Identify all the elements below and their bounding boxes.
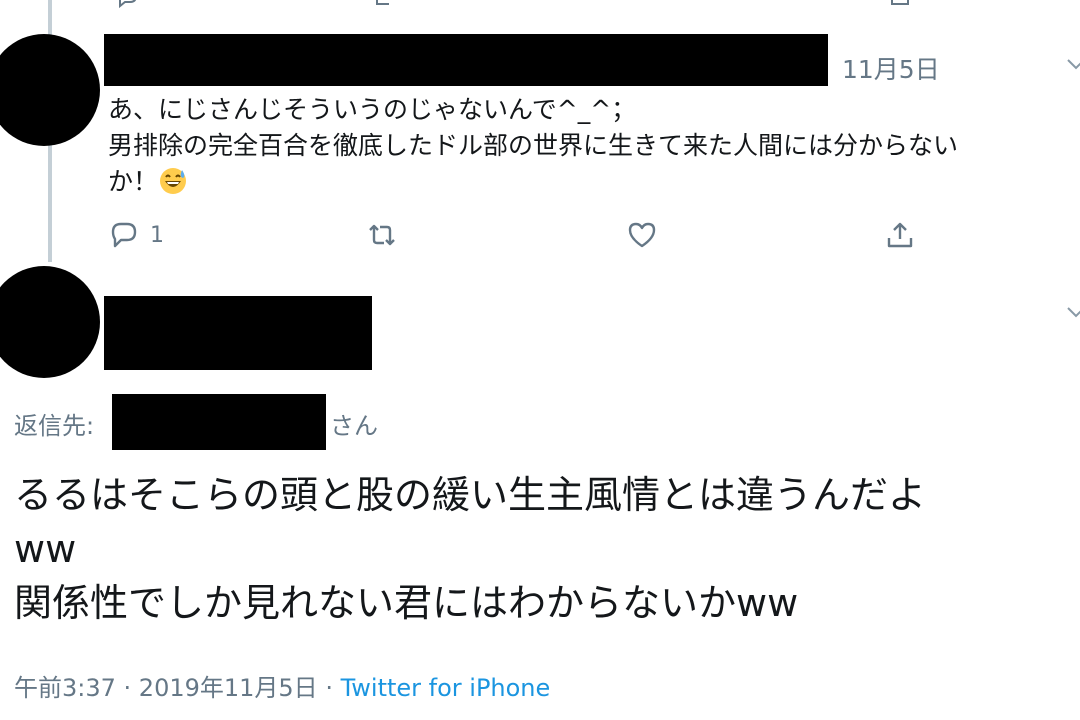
tweet-time[interactable]: 午前3:37 bbox=[14, 674, 116, 702]
tweet-text-line: ww bbox=[14, 527, 77, 571]
avatar[interactable] bbox=[0, 34, 100, 146]
previous-tweet-actions bbox=[108, 0, 928, 10]
tweet-actions: 1 bbox=[108, 218, 928, 252]
tweet-full-date[interactable]: 2019年11月5日 bbox=[139, 674, 318, 702]
chevron-down-icon[interactable] bbox=[1064, 300, 1080, 324]
like-icon[interactable] bbox=[632, 0, 656, 10]
tweet-text-line: か！ bbox=[108, 167, 159, 196]
reply-icon[interactable] bbox=[116, 0, 140, 10]
share-icon[interactable] bbox=[888, 0, 912, 10]
reply-to-suffix: さん bbox=[330, 412, 378, 440]
retweet-icon bbox=[369, 224, 395, 246]
meta-separator: · bbox=[115, 674, 139, 702]
tweet-date[interactable]: 11月5日 bbox=[842, 50, 940, 86]
tweet-source-link[interactable]: Twitter for iPhone bbox=[341, 674, 551, 702]
focused-tweet-text: るるはそこらの頭と股の緩い生主風情とは違うんだよ ww 関係性でしか見れない君に… bbox=[14, 468, 1074, 630]
tweet-metadata: 午前3:37 · 2019年11月5日 · Twitter for iPhone bbox=[14, 668, 550, 703]
retweet-icon[interactable] bbox=[372, 0, 396, 10]
like-button[interactable] bbox=[626, 218, 658, 252]
reply-to-label: 返信先: bbox=[14, 412, 95, 440]
share-icon bbox=[887, 222, 913, 248]
heart-icon bbox=[628, 222, 656, 248]
tweet-thread-view: 11月5日 あ、にじさんじそういうのじゃないんで^_^； 男排除の完全百合を徹底… bbox=[0, 0, 1080, 720]
reply-count: 1 bbox=[150, 222, 164, 248]
tweet-text: あ、にじさんじそういうのじゃないんで^_^； 男排除の完全百合を徹底したドル部の… bbox=[108, 92, 1080, 200]
reply-button[interactable]: 1 bbox=[108, 218, 164, 252]
redacted-reply-handle[interactable] bbox=[112, 394, 326, 450]
redacted-username bbox=[104, 296, 372, 370]
share-button[interactable] bbox=[884, 218, 916, 252]
tweet-text-line: 関係性でしか見れない君にはわからないかww bbox=[14, 581, 799, 625]
tweet-text-line: 男排除の完全百合を徹底したドル部の世界に生きて来た人間には分からない bbox=[108, 131, 959, 160]
avatar[interactable] bbox=[0, 266, 100, 378]
redacted-username bbox=[104, 34, 828, 86]
grinning-face-with-sweat-icon bbox=[160, 168, 187, 194]
tweet-text-line: あ、にじさんじそういうのじゃないんで^_^； bbox=[108, 95, 637, 124]
retweet-button[interactable] bbox=[366, 218, 398, 252]
tweet-text-line: るるはそこらの頭と股の緩い生主風情とは違うんだよ bbox=[14, 473, 927, 517]
chevron-down-icon[interactable] bbox=[1064, 52, 1080, 76]
meta-separator: · bbox=[317, 674, 341, 702]
reply-icon bbox=[111, 222, 137, 248]
